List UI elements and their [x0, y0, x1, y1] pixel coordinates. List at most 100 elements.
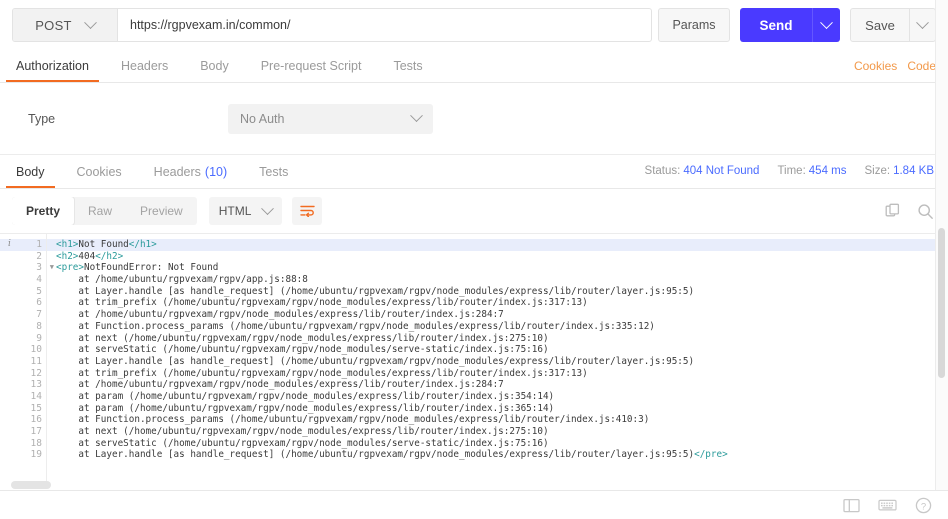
- code-horizontal-scrollbar-thumb[interactable]: [11, 481, 51, 489]
- request-tabs-row: Authorization Headers Body Pre-request Scri…: [0, 50, 948, 83]
- code-line: at Layer.handle [as handle_request] (/ho…: [56, 355, 695, 367]
- request-url-input[interactable]: [118, 9, 651, 41]
- size-label: Size:: [864, 165, 891, 177]
- split-pane-button[interactable]: [843, 498, 860, 513]
- response-tab-label: Tests: [259, 164, 289, 179]
- request-tab-label: Body: [200, 58, 229, 73]
- cookies-link[interactable]: Cookies: [854, 59, 897, 73]
- svg-text:?: ?: [921, 501, 926, 512]
- request-tab-label: Headers: [120, 58, 169, 73]
- save-button[interactable]: Save: [851, 9, 909, 41]
- line-number-label: 11: [30, 355, 42, 367]
- line-number: 4: [0, 274, 46, 286]
- line-number-label: 1: [36, 239, 42, 250]
- response-tabs: Body Cookies Headers (10) Tests: [0, 155, 645, 188]
- line-number: 19: [0, 449, 46, 461]
- split-pane-icon: [843, 498, 860, 512]
- code-line: at /home/ubuntu/rgpvexam/rgpv/node_modul…: [56, 379, 504, 391]
- request-tab-tests[interactable]: Tests: [377, 49, 438, 82]
- keyboard-icon: [878, 499, 897, 511]
- send-button-group: Send: [740, 8, 840, 42]
- window-vertical-scrollbar[interactable]: [935, 0, 948, 490]
- line-number-label: 13: [30, 379, 42, 391]
- line-number: i1: [0, 239, 46, 251]
- request-tab-pre-request-script[interactable]: Pre-request Script: [245, 49, 378, 82]
- response-tab-body[interactable]: Body: [0, 155, 61, 188]
- keyboard-shortcuts-button[interactable]: [878, 498, 897, 512]
- code-line: at trim_prefix (/home/ubuntu/rgpvexam/rg…: [56, 367, 588, 379]
- code-line: at next (/home/ubuntu/rgpvexam/rgpv/node…: [56, 426, 549, 437]
- line-number: 11: [0, 356, 46, 368]
- line-number-label: 4: [36, 274, 42, 286]
- authorization-pane: Type No Auth: [0, 83, 948, 155]
- request-tabs-actions: Cookies Code: [854, 49, 936, 82]
- response-view-toolbar: Pretty Raw Preview HTML: [0, 189, 948, 233]
- time-label: Time:: [777, 165, 806, 177]
- auth-type-select[interactable]: No Auth: [228, 103, 433, 134]
- line-number-label: 19: [30, 449, 42, 461]
- params-label: Params: [672, 18, 716, 32]
- params-button[interactable]: Params: [658, 8, 730, 42]
- http-method-select[interactable]: POST: [13, 9, 118, 41]
- line-number: 17: [0, 426, 46, 438]
- line-number-label: 8: [36, 320, 42, 332]
- line-number-label: 5: [36, 285, 42, 297]
- response-format-label: HTML: [218, 204, 252, 218]
- send-button[interactable]: Send: [740, 8, 812, 42]
- line-number: 7: [0, 309, 46, 321]
- chevron-down-icon: [261, 201, 275, 215]
- line-number-label: 9: [36, 332, 42, 344]
- response-tab-count: (10): [204, 164, 228, 179]
- wrap-text-button[interactable]: [292, 197, 323, 225]
- code-line: at /home/ubuntu/rgpvexam/rgpv/node_modul…: [56, 309, 504, 321]
- request-tab-label: Authorization: [16, 58, 89, 73]
- code-line: at Function.process_params (/home/ubuntu…: [56, 414, 650, 426]
- response-tab-tests[interactable]: Tests: [243, 155, 304, 188]
- code-scroll-area[interactable]: i 1 2 3 ▼ 4 5 6 7 8 9 10 11 12 13 14 15 16 17 18 19 <h1>Not …: [0, 234, 948, 490]
- view-mode-raw[interactable]: Raw: [74, 197, 126, 225]
- search-button[interactable]: [917, 203, 934, 220]
- save-label: Save: [865, 17, 895, 33]
- size-value: 1.84 KB: [893, 165, 934, 177]
- save-options-button[interactable]: [909, 9, 935, 41]
- view-mode-pretty[interactable]: Pretty: [12, 197, 75, 225]
- send-options-button[interactable]: [812, 8, 840, 42]
- code-horizontal-scrollbar[interactable]: [0, 481, 948, 490]
- line-number: 10: [0, 344, 46, 356]
- request-tab-label: Tests: [393, 58, 423, 73]
- response-format-select[interactable]: HTML: [208, 197, 283, 225]
- info-icon[interactable]: i: [8, 239, 11, 251]
- line-number-label: 18: [30, 437, 42, 449]
- request-tab-authorization[interactable]: Authorization: [0, 49, 105, 82]
- chevron-down-icon: [410, 109, 423, 123]
- line-number-label: 15: [30, 402, 42, 414]
- code-link[interactable]: Code: [907, 59, 936, 73]
- view-mode-preview[interactable]: Preview: [126, 197, 197, 225]
- code-line: <h2>404</h2>: [56, 250, 124, 262]
- help-button[interactable]: ?: [915, 497, 932, 514]
- response-tab-headers[interactable]: Headers (10): [138, 155, 243, 188]
- view-mode-segmented: Pretty Raw Preview: [12, 197, 197, 225]
- line-number: 5: [0, 286, 46, 298]
- request-tab-label: Pre-request Script: [260, 58, 362, 73]
- response-tab-cookies[interactable]: Cookies: [61, 155, 138, 188]
- time-badge: Time: 454 ms: [777, 165, 846, 177]
- copy-button[interactable]: [885, 203, 901, 219]
- line-number-label: 7: [36, 309, 42, 321]
- request-tab-headers[interactable]: Headers: [105, 49, 184, 82]
- auth-type-value: No Auth: [240, 111, 285, 126]
- fold-triangle-icon[interactable]: ▼: [50, 262, 54, 274]
- copy-icon: [885, 203, 900, 217]
- response-tabs-row: Body Cookies Headers (10) Tests Status: 404 N…: [0, 155, 948, 189]
- response-tab-label: Cookies: [76, 164, 122, 179]
- code-line: at serveStatic (/home/ubuntu/rgpvexam/rg…: [56, 437, 549, 449]
- request-tab-body[interactable]: Body: [184, 49, 245, 82]
- line-number: 18: [0, 438, 46, 450]
- line-number: 6: [0, 297, 46, 309]
- code-line: at Layer.handle [as handle_request] (/ho…: [56, 449, 728, 461]
- response-code-content[interactable]: <h1>Not Found</h1> <h2>404</h2> <pre>NotFo…: [47, 234, 948, 490]
- line-number: 12: [0, 368, 46, 380]
- window-vertical-scrollbar-thumb[interactable]: [938, 228, 945, 378]
- line-number: 8: [0, 321, 46, 333]
- time-value: 454 ms: [808, 165, 847, 177]
